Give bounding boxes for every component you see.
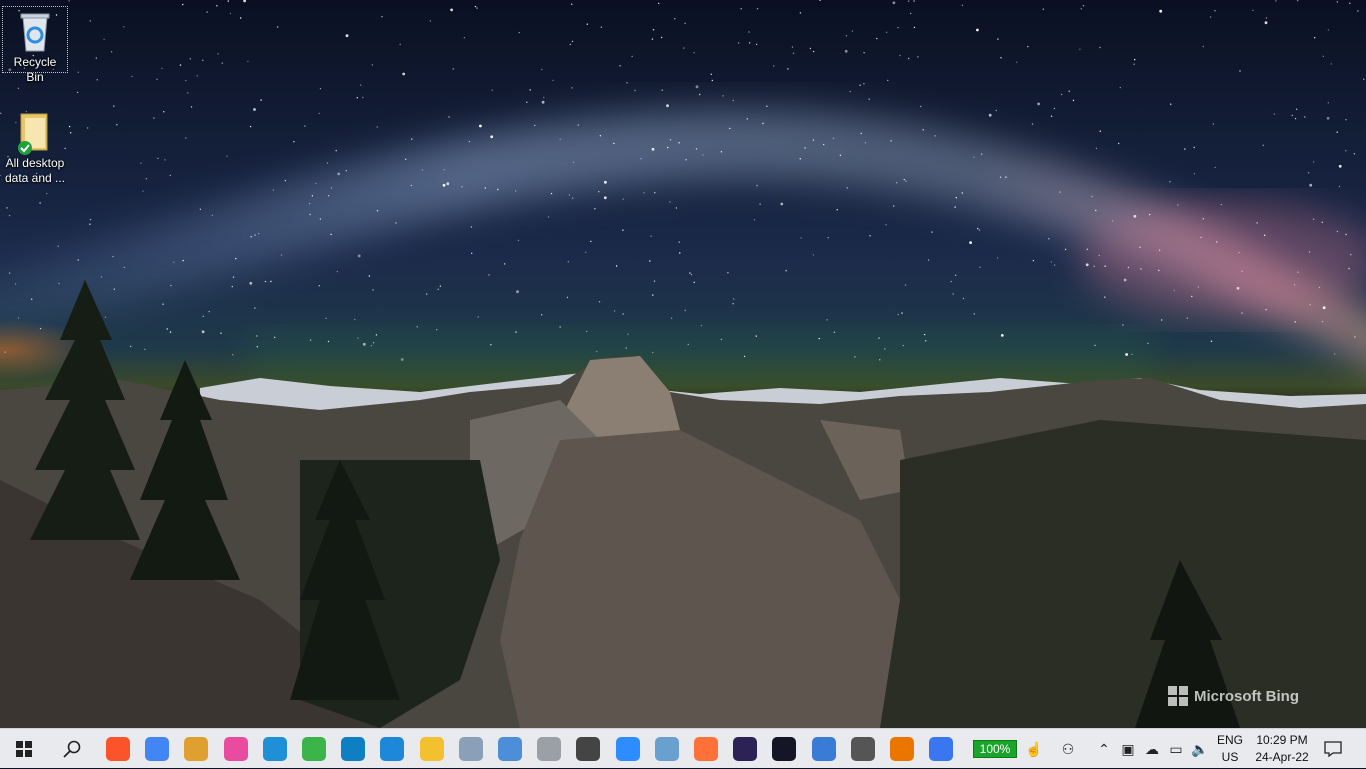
desktop-wallpaper [0,0,1366,728]
zoom-icon [615,737,640,761]
onedrive-cloud-icon[interactable]: ☁ [1140,729,1164,769]
device-icon[interactable]: ▣ [1116,729,1140,769]
desktop-icon-label: Recycle Bin [13,55,57,84]
rocket-app-icon [811,737,836,761]
qbittorrent-icon [498,737,522,761]
language-code: ENG [1216,733,1243,747]
taskbar-app-photos[interactable] [451,729,491,769]
chrome-icon [145,737,170,761]
photos-icon [458,737,483,761]
taskbar-app-rocket-app[interactable] [804,729,844,769]
edge-icon [341,737,366,761]
taskbar-app-signal[interactable] [921,729,961,769]
language-indicator[interactable]: ENG US [1212,729,1248,769]
paint-icon [184,737,209,761]
calendar-icon [576,737,601,761]
taskbar-app-notes-app[interactable] [647,729,687,769]
taskbar: 100% ☝ ⚇ ⌃ ▣ ☁ ▭ 🔈 ENG US 10:29 PM 24-Ap… [0,728,1366,768]
taskbar-app-calendar[interactable] [568,729,608,769]
vscode-icon [262,737,287,761]
taskbar-app-paint[interactable] [176,729,216,769]
taskbar-app-firefox[interactable] [686,729,726,769]
taskbar-app-blender[interactable] [882,729,922,769]
eclipse-icon [733,737,758,761]
taskbar-app-qbittorrent[interactable] [490,729,530,769]
taskbar-app-zoom[interactable] [608,729,648,769]
clock-date: 24-Apr-22 [1255,750,1309,764]
speedtest-icon [772,737,797,761]
clock-time: 10:29 PM [1256,733,1308,747]
taskbar-app-file-explorer[interactable] [412,729,452,769]
recycle-bin-icon [11,9,59,55]
notification-icon [1324,741,1342,757]
chevron-up-icon[interactable]: ⌃ [1092,729,1116,769]
vpn-icon [302,737,326,761]
file-explorer-icon [419,737,444,761]
start-button[interactable] [4,729,44,769]
taskbar-app-shield-app[interactable] [529,729,569,769]
notes-app-icon [654,737,679,761]
taskbar-app-edge[interactable] [333,729,373,769]
taskbar-app-eclipse[interactable] [725,729,765,769]
taskbar-app-brave[interactable] [98,729,138,769]
people-icon[interactable]: ⚇ [1056,729,1080,769]
windows-logo-icon [16,741,32,757]
desktop-icon-folder[interactable]: All desktop data and ... [2,108,68,186]
folder-icon [11,110,59,156]
taskbar-app-wps[interactable] [216,729,256,769]
battery-percent-label: 100% [972,740,1018,758]
taskbar-app-vpn[interactable] [294,729,334,769]
battery-percent-indicator[interactable]: 100% [970,729,1020,769]
desktop-icon-label: All desktop data and ... [4,156,66,185]
blender-icon [890,737,914,761]
wps-icon [223,737,248,761]
language-region: US [1221,750,1239,764]
taskbar-app-speedtest[interactable] [764,729,804,769]
signal-icon [929,737,954,761]
taskbar-app-clock-app[interactable] [843,729,883,769]
desktop-icon-recycle-bin[interactable]: Recycle Bin [2,6,68,84]
taskbar-app-vscode[interactable] [255,729,295,769]
volume-icon[interactable]: 🔈 [1188,729,1212,769]
clock[interactable]: 10:29 PM 24-Apr-22 [1250,729,1314,769]
search-button[interactable] [52,729,92,769]
clock-app-icon [850,737,875,761]
bing-watermark-text: Microsoft Bing [1194,687,1299,705]
microsoft-logo-icon [1168,686,1188,706]
taskbar-app-chrome[interactable] [137,729,177,769]
brave-icon [106,737,130,761]
firefox-icon [694,737,718,761]
taskbar-app-fishing-app[interactable] [372,729,412,769]
search-icon [63,740,81,758]
touch-icon[interactable]: ☝ [1022,729,1046,769]
fishing-app-icon [380,737,405,761]
shield-app-icon [537,737,562,761]
action-center-button[interactable] [1318,729,1348,769]
battery-icon[interactable]: ▭ [1164,729,1188,769]
bing-watermark: Microsoft Bing [1168,686,1299,706]
